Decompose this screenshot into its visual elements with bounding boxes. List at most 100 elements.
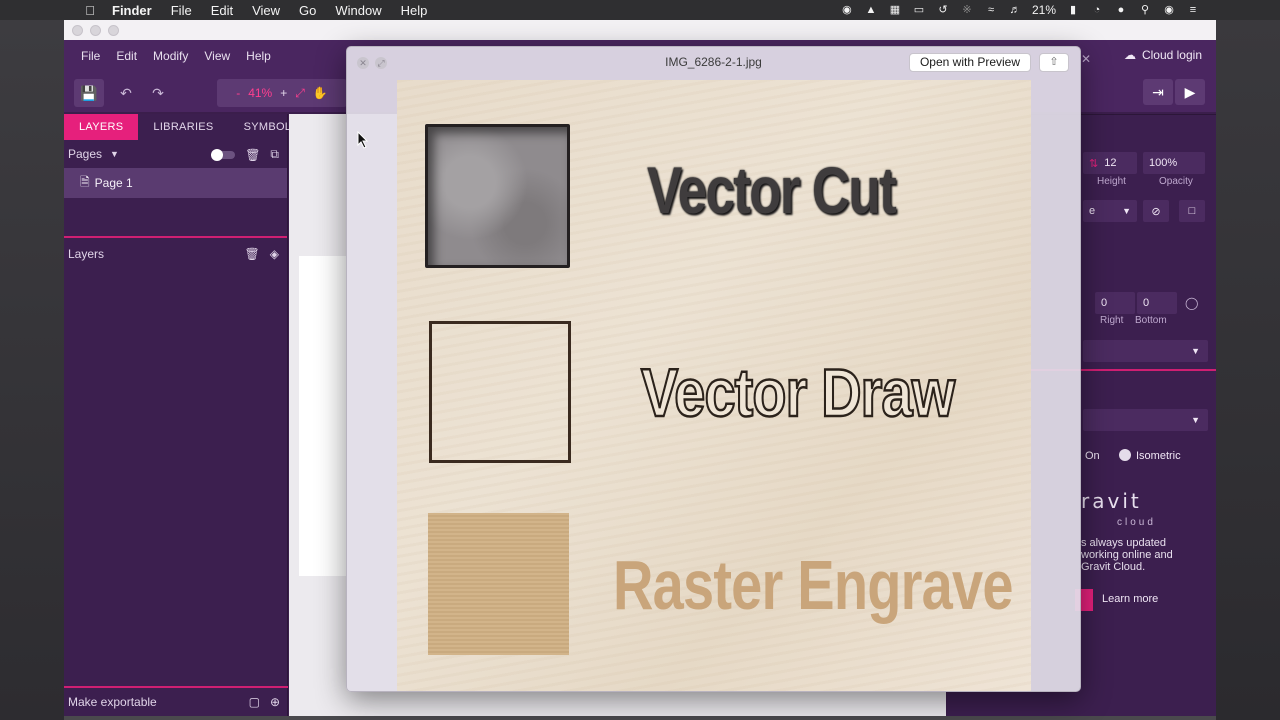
- fullscreen-icon[interactable]: ⤢: [375, 57, 387, 69]
- left-panel-tabs: LAYERS LIBRARIES SYMBOLS: [64, 114, 299, 140]
- open-with-preview-button[interactable]: Open with Preview: [909, 53, 1031, 72]
- window-close-button[interactable]: [72, 25, 83, 36]
- flip-button[interactable]: ⊘: [1143, 200, 1169, 222]
- save-button[interactable]: 💾: [74, 79, 104, 107]
- isometric-radio[interactable]: [1119, 449, 1131, 461]
- close-icon[interactable]: ✕: [357, 57, 369, 69]
- undo-button[interactable]: ↶: [114, 79, 138, 107]
- padding-right-field[interactable]: 0: [1095, 292, 1135, 314]
- tab-layers[interactable]: LAYERS: [64, 114, 139, 140]
- record-icon[interactable]: ◉: [840, 3, 854, 17]
- add-export-icon[interactable]: ⊕: [270, 695, 280, 709]
- chevron-down-icon: ▼: [1191, 346, 1200, 356]
- opacity-field[interactable]: 100%: [1143, 152, 1205, 174]
- height-field[interactable]: ⇅ 12: [1083, 152, 1137, 174]
- vector-cut-text: Vector Cut: [647, 153, 897, 227]
- menu-window[interactable]: Window: [335, 3, 381, 18]
- drive-icon[interactable]: ▲: [864, 3, 878, 17]
- apple-menu-icon[interactable]: : [80, 3, 100, 18]
- learn-more-link[interactable]: Learn more: [1102, 593, 1158, 605]
- lock-icon[interactable]: ◯: [1185, 296, 1198, 310]
- quick-look-window: IMG_6286-2-1.jpg ✕ ⤢ Open with Preview ⇧…: [346, 46, 1081, 692]
- share-button[interactable]: ⇧: [1039, 53, 1069, 72]
- export-settings-icon[interactable]: ▢: [249, 695, 260, 709]
- snap-on-label[interactable]: On: [1085, 450, 1100, 462]
- grid-icon[interactable]: ▦: [888, 3, 902, 17]
- vector-cut-sample: [425, 124, 570, 268]
- page-item-label: Page 1: [94, 176, 133, 190]
- time-machine-icon[interactable]: ↺: [936, 3, 950, 17]
- zoom-in-button[interactable]: +: [280, 86, 287, 100]
- menu-go[interactable]: Go: [299, 3, 316, 18]
- blend-mode-value: e: [1089, 205, 1096, 217]
- fit-to-screen-icon[interactable]: ⤢: [295, 86, 305, 101]
- battery-icon[interactable]: ▮: [1066, 3, 1080, 17]
- chevron-down-icon[interactable]: ▼: [110, 149, 119, 159]
- bluetooth-icon[interactable]: ※: [960, 3, 974, 17]
- desktop-background-bottom: [64, 716, 1216, 720]
- cloud-promo-text: s always updated working online and Grav…: [1081, 537, 1173, 573]
- blend-mode-dropdown[interactable]: e ▼: [1083, 200, 1137, 222]
- menu-view[interactable]: View: [252, 3, 280, 18]
- app-menu-file[interactable]: File: [81, 49, 100, 63]
- trash-icon[interactable]: 🗑: [245, 148, 260, 162]
- link-icon[interactable]: ⇅: [1089, 157, 1098, 170]
- pages-toggle[interactable]: [211, 148, 236, 161]
- isometric-label[interactable]: Isometric: [1136, 450, 1181, 462]
- wifi-icon[interactable]: ≈: [984, 3, 998, 17]
- make-exportable-label[interactable]: Make exportable: [68, 695, 157, 709]
- opacity-label: Opacity: [1159, 176, 1193, 187]
- airplay-icon[interactable]: ▭: [912, 3, 926, 17]
- play-icon: ▶: [1184, 83, 1196, 100]
- padding-right-label: Right: [1100, 315, 1124, 326]
- cloud-login-label: Cloud login: [1141, 48, 1202, 62]
- page-list-item[interactable]: 🗎 Page 1: [64, 168, 287, 198]
- export-button[interactable]: ⇥: [1143, 79, 1173, 105]
- menu-edit[interactable]: Edit: [211, 3, 233, 18]
- user-icon[interactable]: ●: [1114, 3, 1128, 17]
- zoom-level[interactable]: 41%: [248, 86, 272, 100]
- pages-dropdown[interactable]: Pages: [68, 147, 102, 161]
- artboard[interactable]: [299, 256, 347, 576]
- volume-icon[interactable]: ♬: [1008, 3, 1022, 17]
- app-menu-edit[interactable]: Edit: [116, 49, 137, 63]
- redo-icon: ↷: [152, 84, 164, 101]
- window-zoom-button[interactable]: [108, 25, 119, 36]
- window-minimize-button[interactable]: [90, 25, 101, 36]
- tab-close-icon[interactable]: ✕: [1081, 52, 1091, 66]
- cloud-login-button[interactable]: ☁ Cloud login: [1124, 48, 1202, 62]
- hand-tool-icon[interactable]: ✋: [313, 86, 328, 100]
- app-menu-help[interactable]: Help: [246, 49, 271, 63]
- add-layer-icon[interactable]: ◈: [270, 247, 279, 261]
- menu-help[interactable]: Help: [401, 3, 428, 18]
- menu-finder[interactable]: Finder: [112, 3, 152, 18]
- opacity-value: 100%: [1149, 157, 1178, 169]
- tab-libraries[interactable]: LIBRARIES: [138, 114, 228, 140]
- padding-bottom-field[interactable]: 0: [1137, 292, 1177, 314]
- layers-label: Layers: [68, 247, 105, 261]
- trash-icon[interactable]: 🗑: [245, 247, 260, 261]
- preview-photo: Vector Cut Vector Draw Raster Engrave: [397, 80, 1031, 691]
- spotlight-search-icon[interactable]: ⚲: [1138, 3, 1152, 17]
- present-button[interactable]: ▶: [1175, 79, 1205, 105]
- style-dropdown[interactable]: ▼: [1083, 340, 1208, 362]
- status-area: ◉ ▲ ▦ ▭ ↺ ※ ≈ ♬ 21% ▮ ◔ ● ⚲ ◉ ≡: [840, 0, 1280, 20]
- add-page-icon[interactable]: ⧉: [270, 147, 279, 162]
- menu-file[interactable]: File: [171, 3, 192, 18]
- zoom-out-button[interactable]: -: [236, 86, 240, 100]
- export-bar: Make exportable ▢ ⊕: [64, 686, 288, 716]
- chevron-down-icon: ▼: [1122, 206, 1131, 216]
- app-menu-modify[interactable]: Modify: [153, 49, 188, 63]
- app-titlebar: [64, 20, 1216, 40]
- clock-icon[interactable]: ◔: [1090, 3, 1104, 17]
- frame-icon: □: [1188, 205, 1196, 217]
- share-icon: ⇧: [1049, 56, 1059, 68]
- frame-button[interactable]: □: [1179, 200, 1205, 222]
- grid-dropdown[interactable]: ▼: [1083, 409, 1208, 431]
- page-icon: 🗎: [80, 174, 90, 189]
- redo-button[interactable]: ↷: [146, 79, 170, 107]
- notification-center-icon[interactable]: ≡: [1186, 3, 1200, 17]
- app-menu-view[interactable]: View: [204, 49, 230, 63]
- battery-percent: 21%: [1031, 3, 1056, 17]
- siri-icon[interactable]: ◉: [1162, 3, 1176, 17]
